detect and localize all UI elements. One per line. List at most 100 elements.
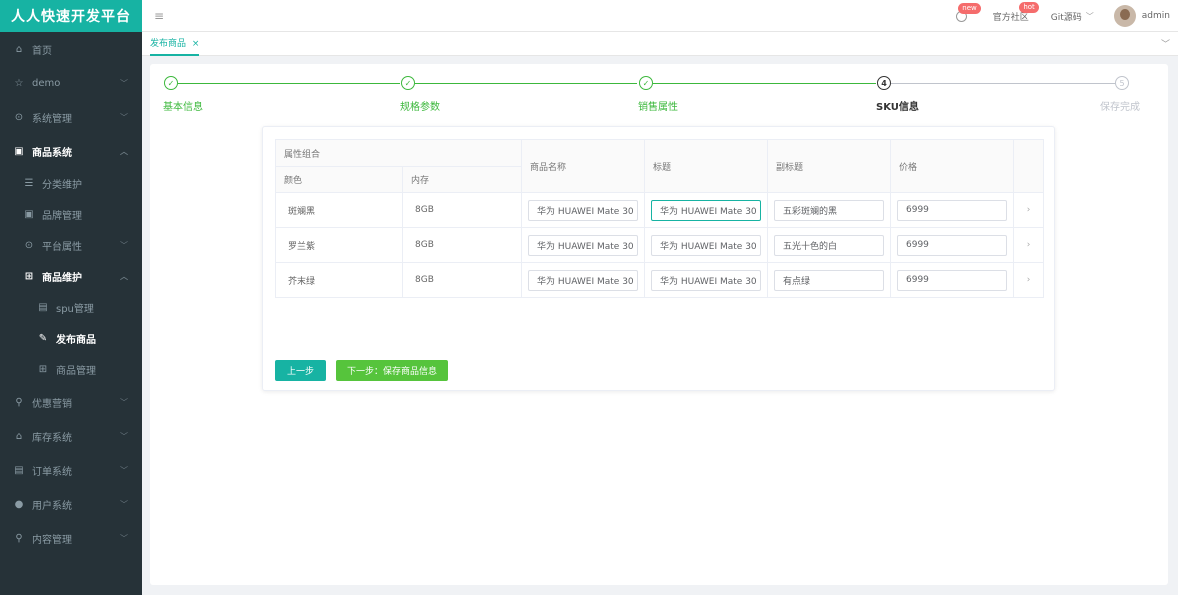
cell-color: 斑斓黑: [275, 192, 403, 228]
chevron-down-icon: ﹀: [120, 397, 128, 407]
sidebar-item-system[interactable]: ⊙ 系统管理 ﹀: [0, 100, 142, 134]
sidebar-item-label: 品牌管理: [42, 211, 82, 222]
chevron-up-icon: ︿: [120, 272, 128, 281]
header-name: 商品名称: [521, 139, 645, 193]
sku-subtitle-input[interactable]: [774, 269, 884, 291]
step-line: [415, 83, 637, 84]
sku-subtitle-input[interactable]: [774, 199, 884, 221]
cell-price: [890, 227, 1014, 263]
git-label: Git源码: [1050, 12, 1082, 23]
sidebar-item-user[interactable]: ● 用户系统 ﹀: [0, 487, 142, 521]
sidebar-item-label: 库存系统: [32, 432, 72, 444]
close-icon[interactable]: ×: [192, 39, 200, 49]
sidebar-item-goods-manage[interactable]: ⊞ 商品管理: [0, 354, 142, 385]
sku-name-input[interactable]: [528, 269, 638, 291]
sidebar-item-order[interactable]: ▤ 订单系统 ﹀: [0, 453, 142, 487]
sidebar-item-home[interactable]: ⌂ 首页: [0, 32, 142, 66]
header-price: 价格: [890, 139, 1014, 193]
step-label: 基本信息: [163, 102, 203, 113]
settings-button[interactable]: new: [955, 2, 981, 22]
search-icon: ⚲: [15, 532, 23, 544]
header-color: 颜色: [275, 166, 403, 193]
step-label: 保存完成: [1100, 102, 1140, 113]
sku-panel: 属性组合 商品名称 标题 副标题 价格 颜色 内存 斑斓黑 8GB 华为 HUA…: [262, 126, 1055, 391]
cell-subtitle: [767, 227, 891, 263]
expand-arrow-icon[interactable]: ›: [1013, 227, 1044, 263]
cell-price: [890, 262, 1014, 298]
star-icon: ☆: [14, 77, 24, 89]
brand-logo[interactable]: 人人快速开发平台: [0, 0, 142, 32]
stock-icon: ⌂: [15, 430, 23, 442]
cell-memory: 8GB: [402, 192, 522, 228]
sku-title-input[interactable]: [651, 234, 761, 256]
step-label: 规格参数: [400, 102, 440, 113]
sku-name-input[interactable]: [528, 234, 638, 256]
community-link[interactable]: 官方社区 hot: [993, 1, 1039, 23]
cell-name: [521, 227, 645, 263]
avatar: [1113, 5, 1136, 27]
sidebar-item-goods-maint[interactable]: ⊞ 商品维护 ︿: [0, 261, 142, 292]
sidebar-item-publish[interactable]: ✎ 发布商品: [0, 323, 142, 354]
sku-title-input[interactable]: [651, 199, 761, 221]
goods-icon: ▣: [14, 145, 24, 157]
expand-arrow-icon[interactable]: ›: [1013, 192, 1044, 228]
sidebar-item-label: 首页: [32, 45, 52, 57]
sidebar-item-label: 分类维护: [42, 180, 82, 191]
sidebar-item-attr[interactable]: ⊙ 平台属性 ﹀: [0, 230, 142, 261]
step-line: [891, 83, 1115, 84]
cell-name: [521, 262, 645, 298]
sku-table: 属性组合 商品名称 标题 副标题 价格 颜色 内存 斑斓黑 8GB 华为 HUA…: [275, 139, 1044, 298]
tab-publish-goods[interactable]: 发布商品 ×: [150, 36, 200, 56]
chevron-down-icon[interactable]: ﹀: [1161, 37, 1170, 50]
header-expand: [1013, 139, 1044, 193]
sidebar-menu: ⌂ 首页 ☆ demo ﹀ ⊙ 系统管理 ﹀ ▣ 商品系统 ︿ ☰ 分类维护 ▣ 品牌管理 ⊙ 平台…: [0, 32, 142, 555]
menu-toggle-icon[interactable]: ≡: [154, 9, 164, 23]
sku-price-input[interactable]: [897, 269, 1007, 291]
chevron-down-icon: ﹀: [120, 241, 128, 250]
header-attr-group: 属性组合: [275, 139, 522, 167]
grid-icon: ⊞: [24, 271, 34, 282]
cell-memory: 8GB: [402, 227, 522, 263]
sidebar-item-stock[interactable]: ⌂ 库存系统 ﹀: [0, 419, 142, 453]
sku-price-input[interactable]: [897, 234, 1007, 256]
sidebar-item-goods-system[interactable]: ▣ 商品系统 ︿: [0, 134, 142, 168]
step-number: 4: [877, 76, 891, 90]
sidebar-item-label: 优惠营销: [32, 398, 72, 410]
sku-price-input[interactable]: [897, 199, 1007, 221]
check-icon: ✓: [164, 76, 178, 90]
sidebar-item-label: 系统管理: [32, 113, 72, 125]
cell-memory: 8GB: [402, 262, 522, 298]
sidebar-item-label: 商品管理: [56, 366, 96, 377]
sidebar-item-content[interactable]: ⚲ 内容管理 ﹀: [0, 521, 142, 555]
steps: ✓ 基本信息 ✓ 规格参数 ✓ 销售属性 4 SKU信息 5 保存完成: [150, 74, 1168, 114]
sidebar-item-spu[interactable]: ▤ spu管理: [0, 292, 142, 323]
order-icon: ▤: [14, 464, 24, 476]
user-icon: ●: [14, 498, 24, 510]
prev-step-button[interactable]: 上一步: [275, 360, 326, 381]
cell-color: 芥末绿: [275, 262, 403, 298]
sidebar-item-category[interactable]: ☰ 分类维护: [0, 168, 142, 199]
sku-subtitle-input[interactable]: [774, 234, 884, 256]
user-menu[interactable]: admin: [1113, 5, 1170, 27]
sidebar-item-label: 商品维护: [42, 273, 82, 284]
header-subtitle: 副标题: [767, 139, 891, 193]
sku-name-input[interactable]: [528, 199, 638, 221]
git-dropdown[interactable]: Git源码 ﹀: [1051, 10, 1094, 23]
chevron-down-icon: ﹀: [120, 533, 128, 543]
tab-label: 发布商品: [150, 39, 187, 49]
next-step-save-button[interactable]: 下一步：保存商品信息: [336, 360, 448, 381]
expand-arrow-icon[interactable]: ›: [1013, 262, 1044, 298]
main-content: ✓ 基本信息 ✓ 规格参数 ✓ 销售属性 4 SKU信息 5 保存完成 属性组合: [150, 64, 1168, 585]
cell-name: [521, 192, 645, 228]
cell-subtitle: [767, 192, 891, 228]
sidebar-item-coupon[interactable]: ⚲ 优惠营销 ﹀: [0, 385, 142, 419]
header-right: new 官方社区 hot Git源码 ﹀ admin: [942, 0, 1170, 32]
sku-title-input[interactable]: [651, 269, 761, 291]
step-line: [178, 83, 400, 84]
table-row: 斑斓黑 8GB ›: [275, 192, 1044, 228]
new-badge: new: [958, 2, 981, 14]
chevron-down-icon: ﹀: [120, 499, 128, 509]
sidebar-item-brand[interactable]: ▣ 品牌管理: [0, 199, 142, 230]
tab-bar: 发布商品 × ﹀: [142, 32, 1178, 56]
sidebar-item-demo[interactable]: ☆ demo ﹀: [0, 66, 142, 100]
